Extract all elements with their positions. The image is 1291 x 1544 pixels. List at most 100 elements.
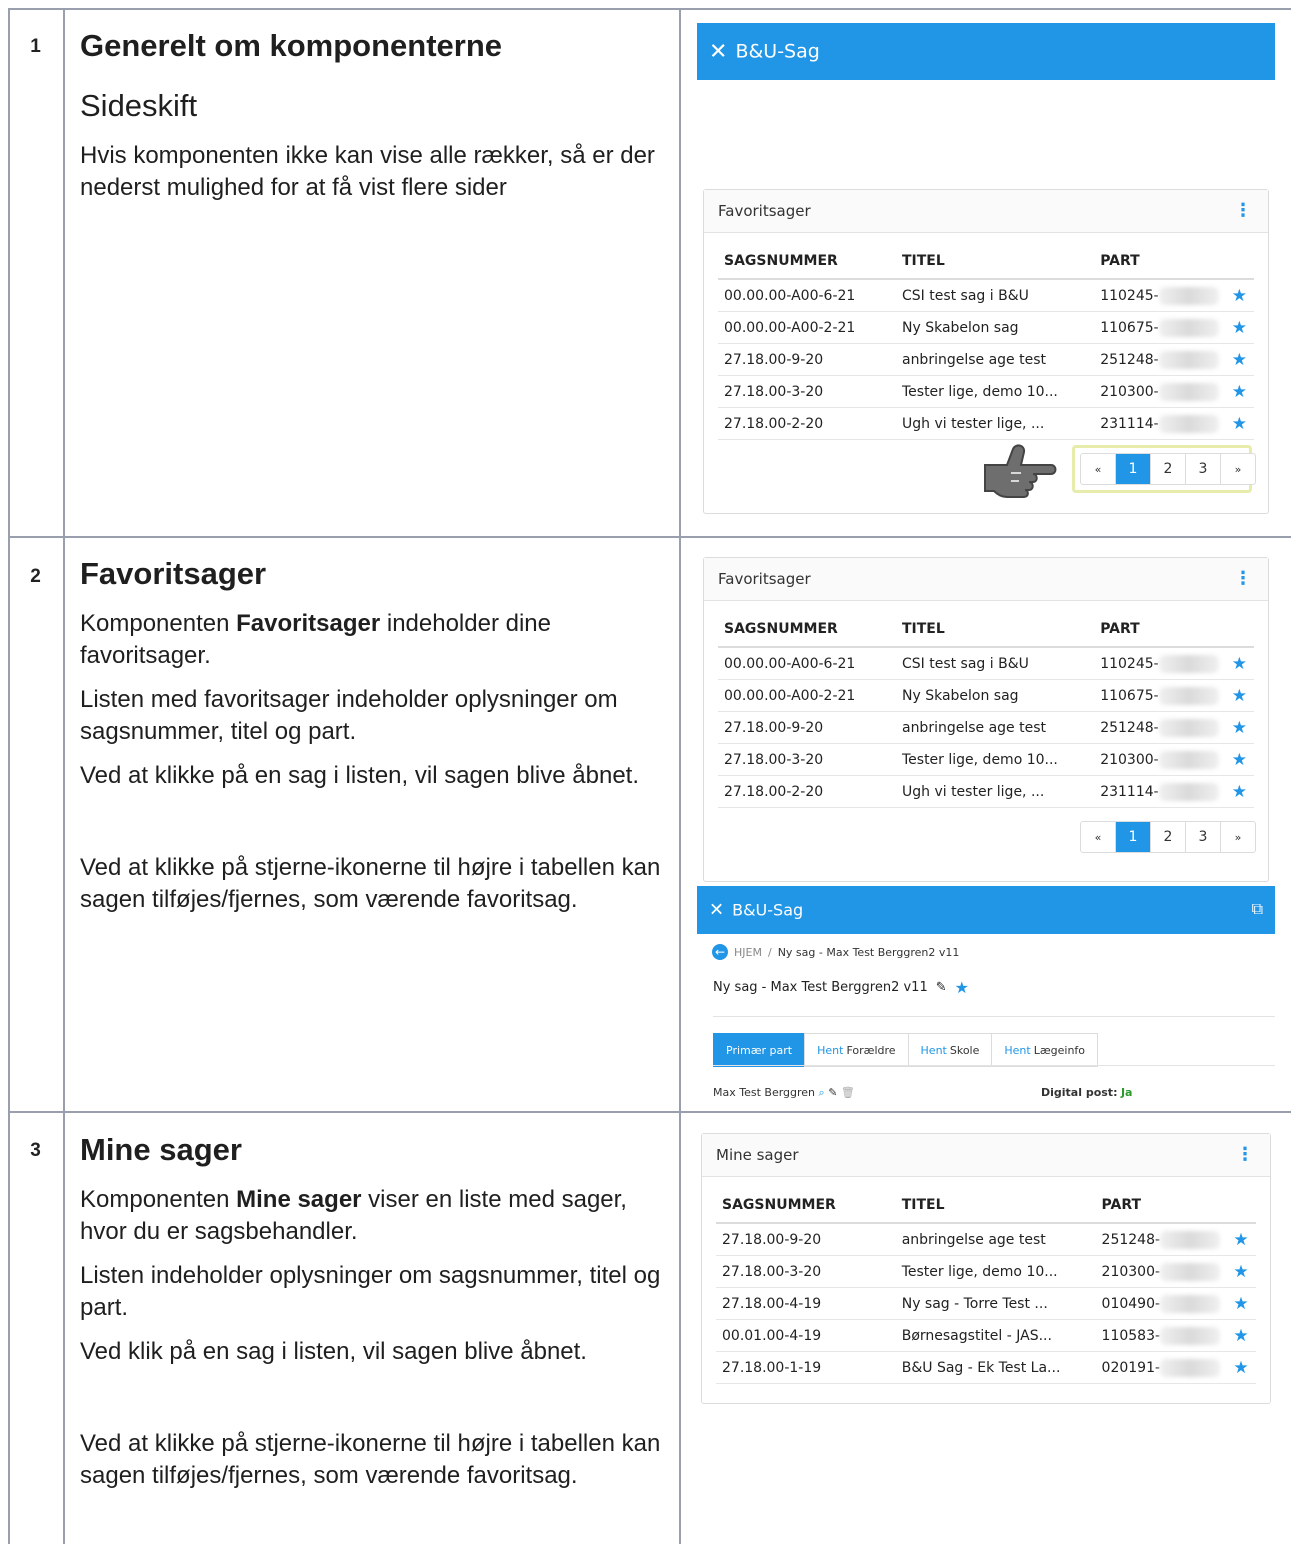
column-divider	[679, 8, 681, 1544]
paragraph: Listen indeholder oplysninger om sagsnum…	[80, 1262, 661, 1321]
star-icon[interactable]: ★	[1218, 407, 1254, 440]
redacted-text	[1158, 686, 1219, 705]
case-tab[interactable]: Hent Lægeinfo	[991, 1033, 1099, 1067]
paragraph: Ved at klikke på en sag i listen, vil sa…	[80, 762, 640, 789]
favorites-panel: Favoritsager ⋮ SAGSNUMMER TITEL PART 00.0…	[703, 557, 1269, 882]
case-title: Børnesagstitel - JAS...	[895, 1319, 1096, 1352]
star-icon[interactable]: ★	[1218, 647, 1254, 680]
case-title: Tester lige, demo 10...	[895, 743, 1095, 776]
paragraph: Komponenten Favoritsager indeholder dine…	[80, 610, 551, 669]
case-title: CSI test sag i B&U	[895, 647, 1095, 680]
star-icon[interactable]: ★	[1220, 1223, 1256, 1256]
column-header: TITEL	[895, 1188, 1096, 1224]
paragraph: Ved at klikke på stjerne-ikonerne til hø…	[80, 1430, 661, 1489]
paragraph: Ved at klikke på stjerne-ikonerne til hø…	[80, 854, 661, 913]
panel-title: Favoritsager	[718, 202, 811, 220]
case-number: 00.00.00-A00-2-21	[718, 311, 896, 344]
table-row[interactable]: 27.18.00-2-20 Ugh vi tester lige, ... 2311…	[718, 407, 1254, 440]
breadcrumb-home[interactable]: HJEM	[734, 946, 762, 959]
star-icon[interactable]: ★	[1218, 775, 1254, 808]
kebab-menu-icon[interactable]: ⋮	[1234, 570, 1252, 588]
case-title: Tester lige, demo 10...	[895, 1255, 1096, 1288]
app-header: ✕ B&U-Sag	[697, 23, 1275, 80]
section-subheading: Sideskift	[80, 88, 198, 123]
row-3-text: Mine sager Komponenten Mine sager viser …	[80, 1130, 665, 1492]
trash-icon[interactable]: 🗑	[841, 1086, 855, 1099]
table-row[interactable]: 00.00.00-A00-2-21 Ny Skabelon sag 110675- ★	[718, 679, 1254, 712]
table-row[interactable]: 27.18.00-2-20 Ugh vi tester lige, ... 2311…	[718, 775, 1254, 808]
pager-item[interactable]: »	[1220, 822, 1255, 852]
case-part: 231114-	[1094, 775, 1219, 808]
table-row[interactable]: 27.18.00-3-20 Tester lige, demo 10... 2103…	[716, 1255, 1256, 1288]
search-document-icon[interactable]: ⌕	[819, 1086, 825, 1099]
star-icon[interactable]: ★	[1218, 311, 1254, 344]
breadcrumb: ← HJEM / Ny sag - Max Test Berggren2 v11	[712, 944, 959, 960]
case-part: 110245-	[1094, 647, 1219, 680]
star-icon[interactable]: ★	[1218, 279, 1254, 312]
case-title: CSI test sag i B&U	[895, 279, 1095, 312]
row-number: 1	[30, 36, 41, 57]
case-title: anbringelse age test	[895, 1223, 1096, 1256]
pencil-icon[interactable]: ✎	[936, 980, 947, 995]
star-icon[interactable]: ★	[1220, 1255, 1256, 1288]
table-row[interactable]: 00.00.00-A00-6-21 CSI test sag i B&U 11024…	[718, 647, 1254, 680]
section-heading: Mine sager	[80, 1132, 242, 1167]
column-header: PART	[1094, 244, 1219, 280]
external-link-icon[interactable]: ⧉	[1252, 899, 1263, 919]
column-header: PART	[1094, 612, 1219, 648]
paragraph: Komponenten Mine sager viser en liste me…	[80, 1186, 627, 1245]
table-row[interactable]: 27.18.00-4-19 Ny sag - Torre Test ... 0104…	[716, 1287, 1256, 1320]
table-row[interactable]: 27.18.00-9-20 anbringelse age test 251248-…	[718, 711, 1254, 744]
pager: «1 2 3»	[1080, 453, 1256, 485]
pager-item[interactable]: «	[1081, 454, 1115, 484]
table-row[interactable]: 27.18.00-3-20 Tester lige, demo 10... 2103…	[718, 375, 1254, 408]
case-tab[interactable]: Primær part	[713, 1033, 805, 1067]
table-row[interactable]: 00.00.00-A00-2-21 Ny Skabelon sag 110675- ★	[718, 311, 1254, 344]
paragraph: Listen med favoritsager indeholder oplys…	[80, 686, 618, 745]
case-number: 27.18.00-9-20	[718, 711, 896, 744]
redacted-text	[1158, 318, 1219, 337]
table-row[interactable]: 00.00.00-A00-6-21 CSI test sag i B&U 11024…	[718, 279, 1254, 312]
star-icon[interactable]: ★	[1218, 343, 1254, 376]
star-icon[interactable]: ★	[1218, 711, 1254, 744]
pager-item[interactable]: 2	[1150, 822, 1185, 852]
pager-item[interactable]: 3	[1185, 822, 1220, 852]
row-divider	[8, 536, 1291, 538]
case-number: 27.18.00-1-19	[716, 1351, 896, 1384]
pager-item[interactable]: 3	[1185, 454, 1220, 484]
pointing-hand-icon	[984, 444, 1057, 498]
redacted-text	[1158, 414, 1219, 433]
pager-item[interactable]: 1	[1115, 454, 1150, 484]
pager-item[interactable]: 2	[1150, 454, 1185, 484]
star-icon[interactable]: ★	[1220, 1351, 1256, 1384]
back-arrow-icon[interactable]: ←	[712, 944, 728, 960]
star-icon[interactable]: ★	[1218, 679, 1254, 712]
star-icon[interactable]: ★	[1218, 375, 1254, 408]
star-icon[interactable]: ★	[1220, 1319, 1256, 1352]
case-tab[interactable]: Hent Skole	[907, 1033, 992, 1067]
case-tab[interactable]: Hent Forældre	[804, 1033, 908, 1067]
star-icon[interactable]: ★	[1220, 1287, 1256, 1320]
redacted-text	[1158, 718, 1219, 737]
kebab-menu-icon[interactable]: ⋮	[1236, 1146, 1254, 1164]
star-icon[interactable]: ★	[1218, 743, 1254, 776]
redacted-text	[1158, 782, 1219, 801]
table-row[interactable]: 00.01.00-4-19 Børnesagstitel - JAS... 1105…	[716, 1319, 1256, 1352]
column-header: PART	[1095, 1188, 1221, 1224]
star-icon[interactable]: ★	[955, 978, 969, 997]
table-row[interactable]: 27.18.00-3-20 Tester lige, demo 10... 2103…	[718, 743, 1254, 776]
app-header: ✕ B&U-Sag ⧉	[697, 886, 1275, 934]
table-row[interactable]: 27.18.00-9-20 anbringelse age test 251248-…	[716, 1223, 1256, 1256]
pager-item[interactable]: »	[1220, 454, 1255, 484]
case-title: anbringelse age test	[895, 343, 1095, 376]
pager-item[interactable]: 1	[1115, 822, 1150, 852]
pencil-icon[interactable]: ✎	[828, 1086, 837, 1099]
redacted-text	[1158, 350, 1219, 369]
table-row[interactable]: 27.18.00-9-20 anbringelse age test 251248-…	[718, 343, 1254, 376]
redacted-text	[1158, 286, 1219, 305]
table-row[interactable]: 27.18.00-1-19 B&U Sag - Ek Test La... 0201…	[716, 1351, 1256, 1384]
favorites-panel: Favoritsager ⋮ SAGSNUMMER TITEL PART 00.0…	[703, 189, 1269, 514]
case-tabs: Primær part Hent Forældre Hent Skole Hent Læge…	[713, 1033, 1099, 1067]
kebab-menu-icon[interactable]: ⋮	[1234, 202, 1252, 220]
pager-item[interactable]: «	[1081, 822, 1115, 852]
